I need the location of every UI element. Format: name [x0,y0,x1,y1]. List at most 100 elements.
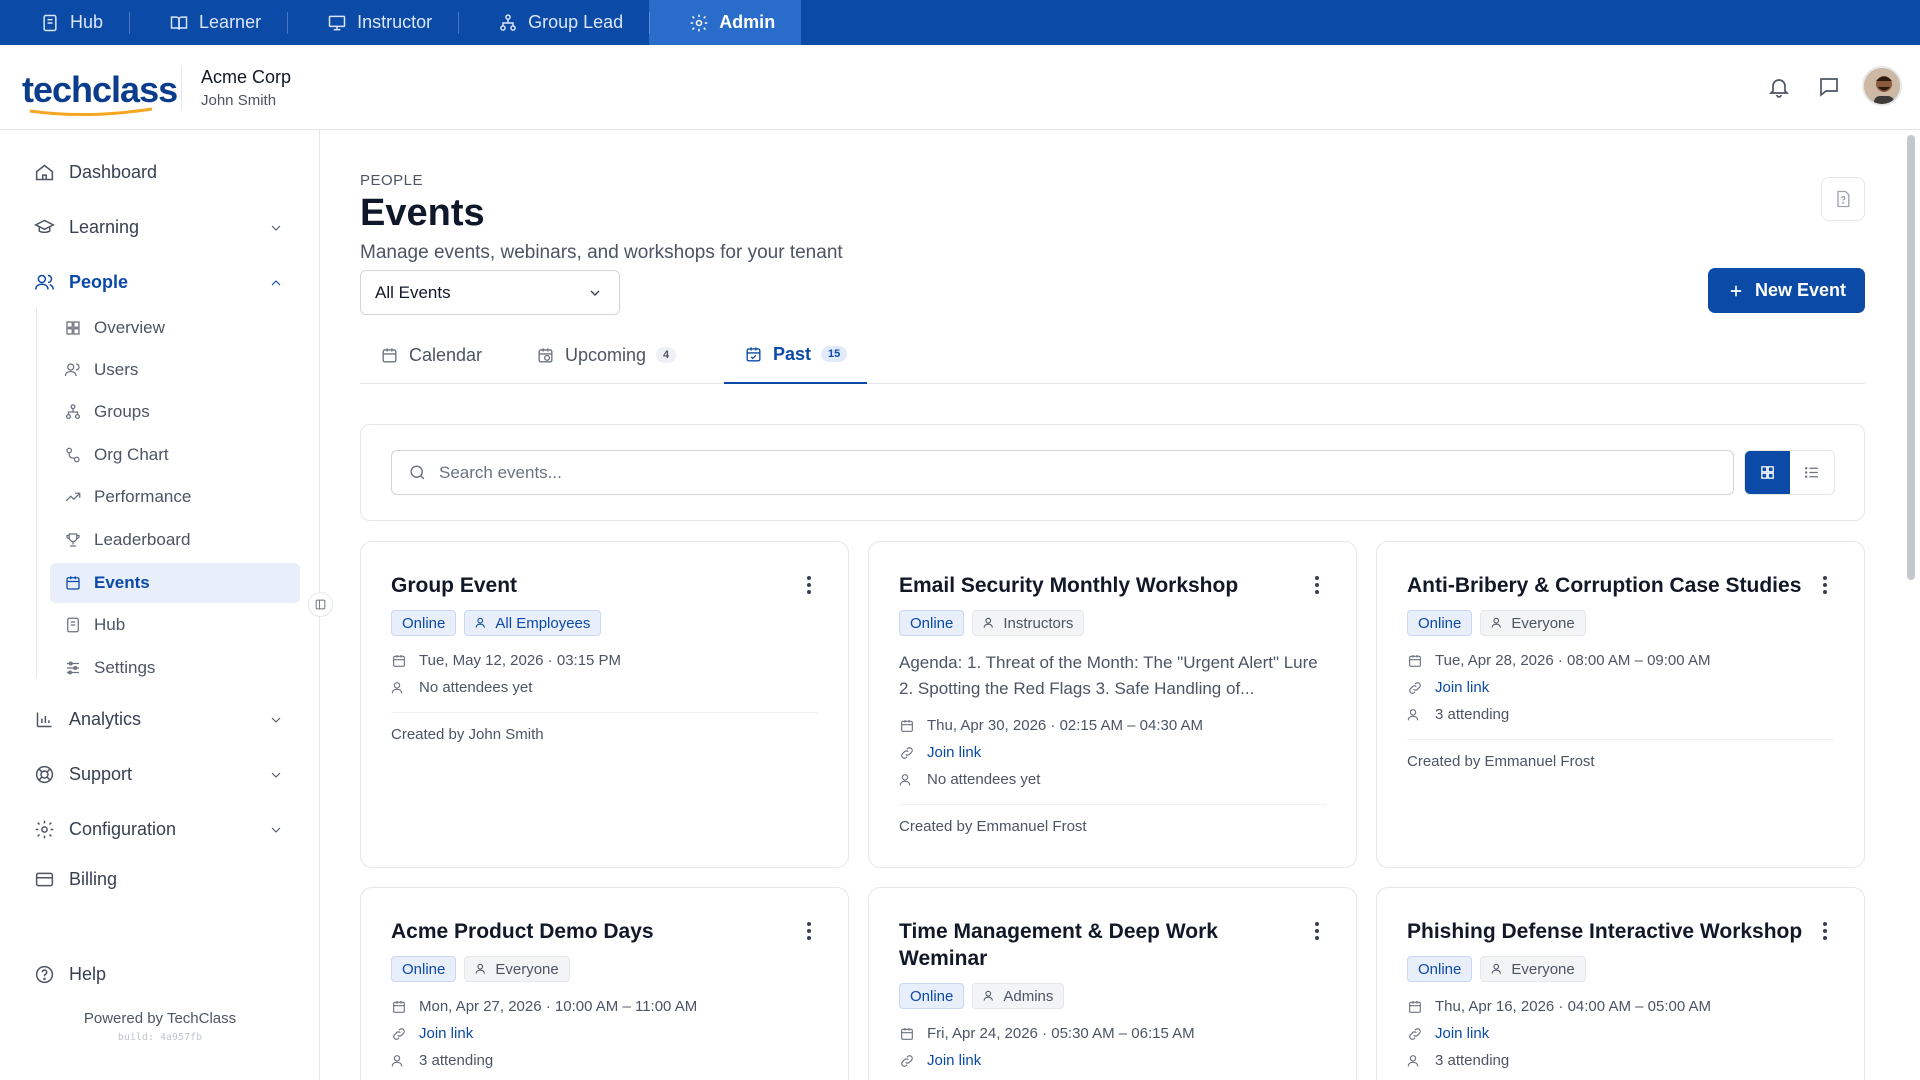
event-attendees-text: No attendees yet [927,771,1041,788]
event-creator: Created by John Smith [391,726,544,743]
sidebar-item-people[interactable]: People [34,272,284,293]
event-creator: Created by Emmanuel Frost [899,818,1087,835]
new-event-button[interactable]: New Event [1708,268,1865,313]
event-card[interactable]: Acme Product Demo Days Online Everyone M… [360,887,849,1080]
event-title[interactable]: Anti-Bribery & Corruption Case Studies [1407,572,1807,599]
event-date-text: Tue, Apr 28, 2026 · 08:00 AM – 09:00 AM [1435,652,1711,669]
trending-up-icon [65,492,81,502]
sidebar-subitem-label: Overview [94,318,165,337]
event-title[interactable]: Time Management & Deep Work Weminar [899,918,1259,972]
event-card[interactable]: Anti-Bribery & Corruption Case Studies O… [1376,541,1865,868]
join-link[interactable]: Join link [1407,679,1489,696]
role-tab-group-lead[interactable]: Group Lead [458,0,649,45]
calendar-icon [393,1000,405,1013]
avatar[interactable] [1862,66,1902,106]
sidebar-item-analytics[interactable]: Analytics [34,709,284,730]
chevron-down-icon [271,772,281,778]
audience-badge: Everyone [464,956,570,982]
sidebar-item-label: Configuration [69,819,177,839]
sidebar-subitem-org-chart[interactable]: Org Chart [50,435,300,475]
join-link-text[interactable]: Join link [1435,1025,1489,1042]
search-input[interactable]: Search events... [391,450,1734,495]
event-card[interactable]: Time Management & Deep Work Weminar Onli… [868,887,1357,1080]
page-title: Events [360,192,485,234]
sidebar-subitem-hub[interactable]: Hub [50,605,300,645]
tab-calendar[interactable]: Calendar [360,326,502,384]
sidebar-subitem-leaderboard[interactable]: Leaderboard [50,520,300,560]
presentation-icon [328,15,346,30]
calendar-icon [1409,1000,1421,1013]
grid-view-button[interactable] [1745,451,1790,494]
sidebar-subitem-overview[interactable]: Overview [50,308,300,348]
join-link[interactable]: Join link [899,1052,981,1069]
sidebar-item-dashboard[interactable]: Dashboard [34,162,284,183]
list-view-button[interactable] [1790,451,1835,494]
users-icon [1492,963,1502,974]
document-help-icon [1837,190,1850,208]
join-link[interactable]: Join link [391,1025,473,1042]
audience-badge: Admins [972,983,1065,1009]
role-tab-learner[interactable]: Learner [129,0,287,45]
event-title[interactable]: Acme Product Demo Days [391,918,791,945]
open-book-icon [170,15,188,30]
join-link-text[interactable]: Join link [1435,679,1489,696]
techclass-logo[interactable]: techclass [22,69,178,111]
book-icon [43,14,57,31]
sidebar-subitem-settings[interactable]: Settings [50,648,300,688]
event-attendees-text: 3 attending [1435,1052,1510,1069]
sidebar-item-support[interactable]: Support [34,764,284,785]
app-header: techclass Acme Corp John Smith [0,45,1920,130]
event-agenda: Agenda: 1. Threat of the Month: The "Urg… [899,650,1319,702]
more-options-button[interactable] [1314,922,1320,942]
page-help-button[interactable] [1821,177,1865,221]
sidebar-item-configuration[interactable]: Configuration [34,819,284,840]
role-tab-label: Group Lead [528,12,624,32]
messages-button[interactable] [1817,75,1841,99]
event-card[interactable]: Email Security Monthly Workshop Online I… [868,541,1357,868]
tab-past[interactable]: Past 15 [724,326,868,384]
calendar-icon [901,719,913,732]
sidebar-subitem-performance[interactable]: Performance [50,477,300,517]
users-icon [1492,617,1502,628]
event-badges: Online Everyone [391,956,570,982]
event-title[interactable]: Email Security Monthly Workshop [899,572,1299,599]
sidebar-subitem-users[interactable]: Users [50,350,300,390]
trophy-icon [66,533,80,547]
more-options-button[interactable] [806,576,812,596]
role-tab-instructor[interactable]: Instructor [287,0,458,45]
more-options-button[interactable] [1822,922,1828,942]
notifications-button[interactable] [1767,75,1791,99]
graduation-cap-icon [34,219,55,234]
join-link[interactable]: Join link [899,744,981,761]
event-attendees: 3 attending [1407,706,1509,723]
sidebar-subitem-groups[interactable]: Groups [50,392,300,432]
join-link-text[interactable]: Join link [927,1052,981,1069]
role-tab-admin[interactable]: Admin [649,0,802,45]
sidebar-item-billing[interactable]: Billing [34,869,284,890]
page-scrollbar[interactable] [1907,135,1915,580]
more-options-button[interactable] [1822,576,1828,596]
event-date: Tue, Apr 28, 2026 · 08:00 AM – 09:00 AM [1407,652,1710,669]
audience-label: Instructors [1003,614,1074,632]
sidebar-subitem-label: Performance [94,487,192,506]
sidebar-subitem-events[interactable]: Events [50,563,300,603]
tab-upcoming[interactable]: Upcoming 4 [516,326,696,384]
event-agenda-text: Agenda: 1. Threat of the Month: The "Urg… [899,653,1318,698]
more-options-button[interactable] [806,922,812,942]
more-options-button[interactable] [1314,576,1320,596]
audience-label: Everyone [495,960,559,978]
event-filter-select[interactable]: All Events [360,270,620,315]
role-tab-hub[interactable]: Hub [0,0,129,45]
join-link-text[interactable]: Join link [419,1025,473,1042]
sidebar-item-help[interactable]: Help [34,964,284,985]
event-title[interactable]: Group Event [391,572,791,599]
join-link[interactable]: Join link [1407,1025,1489,1042]
tab-label: Calendar [409,344,483,365]
audience-badge: Everyone [1480,956,1586,982]
join-link-text[interactable]: Join link [927,744,981,761]
event-card[interactable]: Phishing Defense Interactive Workshop On… [1376,887,1865,1080]
build-version: build: 4a957fb [117,1032,203,1043]
event-title[interactable]: Phishing Defense Interactive Workshop [1407,918,1807,945]
sidebar-item-learning[interactable]: Learning [34,217,284,238]
event-card[interactable]: Group Event Online All Employees Tue, Ma… [360,541,849,868]
